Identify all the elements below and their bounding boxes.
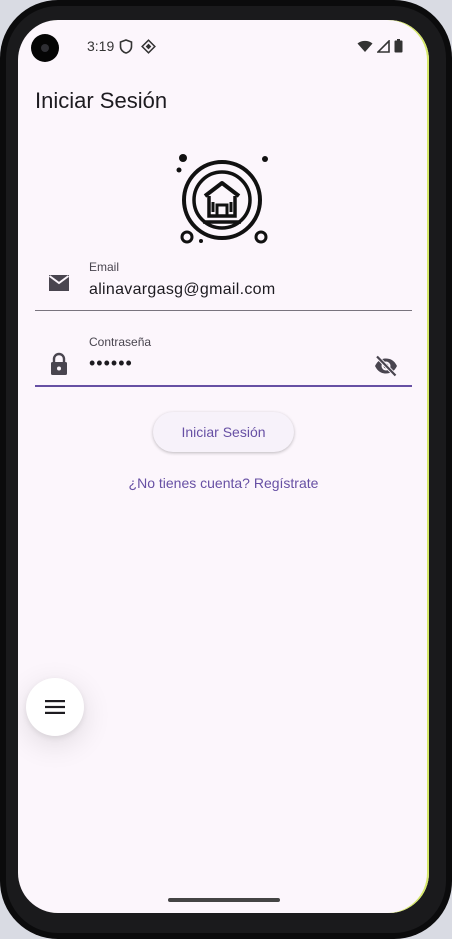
shield-icon [119, 39, 133, 54]
page-title: Iniciar Sesión [35, 88, 168, 113]
status-right-icons [357, 39, 403, 53]
status-left-icons [119, 39, 156, 54]
front-camera [31, 34, 59, 62]
app-screen: 3:19 Iniciar Sesión Email alinavargasg@g… [18, 20, 429, 913]
lock-icon [51, 352, 67, 375]
email-input[interactable]: alinavargasg@gmail.com [89, 281, 275, 299]
diamond-icon [141, 39, 156, 54]
menu-icon [45, 700, 65, 714]
battery-icon [394, 39, 403, 53]
login-button[interactable]: Iniciar Sesión [153, 412, 294, 452]
password-label: Contraseña [89, 335, 152, 349]
visibility-off-icon[interactable] [374, 354, 398, 378]
register-link[interactable]: ¿No tienes cuenta? Regístrate [18, 475, 429, 491]
status-time: 3:19 [87, 38, 115, 54]
password-field[interactable]: Contraseña •••••• [35, 328, 412, 387]
cellular-signal-icon [377, 39, 390, 53]
mail-icon [48, 275, 70, 291]
email-field[interactable]: Email alinavargasg@gmail.com [35, 252, 412, 311]
home-indicator[interactable] [168, 898, 280, 902]
wifi-icon [357, 40, 373, 52]
menu-button[interactable] [26, 678, 84, 736]
bank-building-icon [176, 154, 268, 244]
password-input[interactable]: •••••• [89, 353, 133, 374]
email-label: Email [89, 260, 120, 274]
